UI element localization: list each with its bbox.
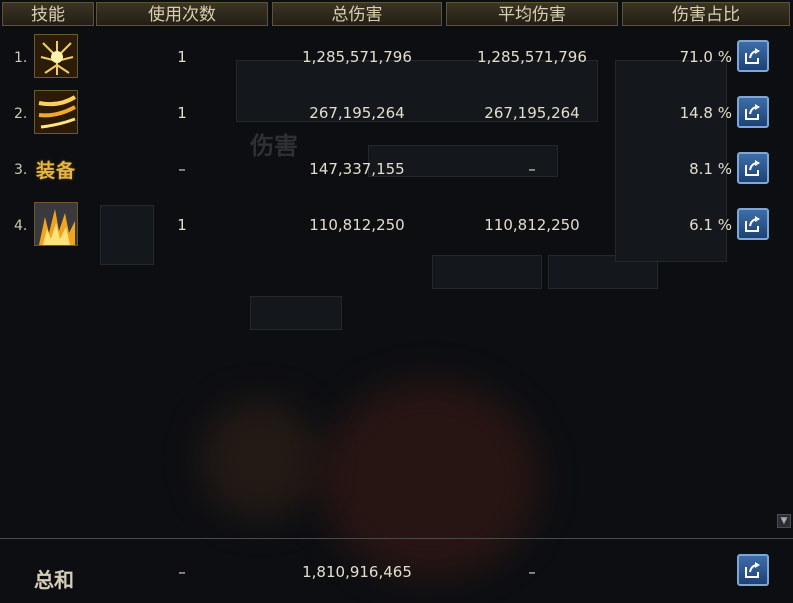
share-icon [745,562,760,578]
header-skill: 技能 [2,2,94,26]
header-uses: 使用次数 [96,2,268,26]
golden-burst-skill-icon [34,34,78,78]
row-index: 3. [14,162,28,178]
header-average-damage: 平均伤害 [446,2,618,26]
share-total-button[interactable] [737,554,769,586]
total-damage-sum: 1,810,916,465 [302,563,412,581]
scrollbar[interactable]: ▼ [777,30,791,530]
share-icon [745,216,760,232]
golden-slash-skill-icon [34,90,78,134]
table-row: 3. 装备 – 147,337,155 – 8.1 % [0,142,793,198]
total-label: 总和 [34,568,74,592]
share-icon [745,48,760,64]
footer-divider [0,538,793,539]
row-index: 2. [14,106,28,122]
total-uses-value: – [178,563,186,581]
header-total-damage: 总伤害 [272,2,442,26]
uses-value: – [178,160,186,178]
total-damage-value: 110,812,250 [309,216,405,234]
table-row: 2. 1 267,195,264 267,195,264 14.8 % [0,86,793,142]
equipment-text-icon: 装备 [36,160,77,182]
table-row: 1. 1 1,285,571,796 1,285,571,796 71.0 % [0,30,793,86]
table-row: 4. 1 110,812,250 110,812,250 6.1 % [0,198,793,254]
damage-share-value: 14.8 % [679,104,732,122]
golden-flames-skill-icon [34,202,78,246]
average-damage-value: 267,195,264 [484,104,580,122]
share-icon [745,160,760,176]
share-button[interactable] [737,208,769,240]
table-header: 技能 使用次数 总伤害 平均伤害 伤害占比 [0,0,793,28]
average-damage-value: 110,812,250 [484,216,580,234]
average-damage-value: – [528,160,536,178]
uses-value: 1 [177,104,187,122]
scroll-down-icon[interactable]: ▼ [777,514,791,528]
share-icon [745,104,760,120]
total-average-value: – [528,563,536,581]
uses-value: 1 [177,48,187,66]
total-damage-value: 1,285,571,796 [302,48,412,66]
average-damage-value: 1,285,571,796 [477,48,587,66]
damage-share-value: 71.0 % [679,48,732,66]
share-button[interactable] [737,96,769,128]
total-damage-value: 147,337,155 [309,160,405,178]
header-damage-share: 伤害占比 [622,2,790,26]
damage-share-value: 8.1 % [689,160,732,178]
damage-share-value: 6.1 % [689,216,732,234]
uses-value: 1 [177,216,187,234]
row-index: 1. [14,50,28,66]
share-button[interactable] [737,40,769,72]
total-damage-value: 267,195,264 [309,104,405,122]
share-button[interactable] [737,152,769,184]
row-index: 4. [14,218,28,234]
